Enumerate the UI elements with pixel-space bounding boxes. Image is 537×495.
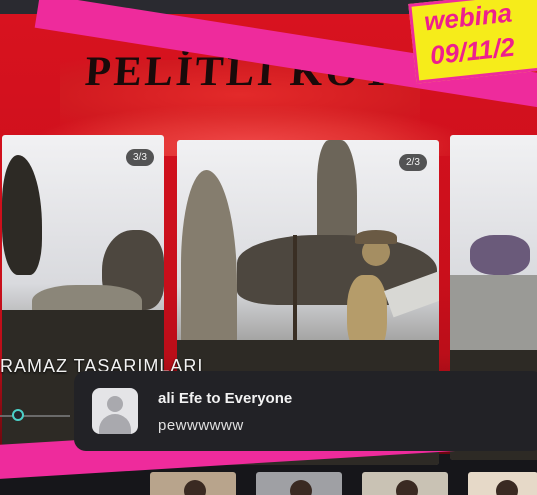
user-icon-body (99, 414, 131, 434)
chat-message: pewwwwww (158, 417, 244, 434)
video-progress-handle[interactable] (12, 409, 24, 421)
chat-sender: ali Efe to Everyone (158, 390, 293, 407)
participant-thumbnail[interactable] (150, 472, 236, 495)
participant-face (496, 480, 518, 495)
slide-counter-badge: 3/3 (126, 149, 154, 166)
participant-thumbnail[interactable] (468, 472, 537, 495)
slide-counter-badge: 2/3 (399, 154, 427, 171)
participant-face (184, 480, 207, 495)
card-photo-figure-hat (355, 230, 397, 244)
card-photo-rock (470, 235, 530, 275)
participant-face (396, 480, 419, 495)
participant-thumbnail[interactable] (362, 472, 448, 495)
chat-notification[interactable] (74, 371, 537, 451)
avatar (92, 388, 138, 434)
participant-face (290, 480, 313, 495)
user-icon (107, 396, 123, 412)
participant-thumbnail[interactable] (256, 472, 342, 495)
card-photo-pebbles (450, 275, 537, 355)
video-progress-track[interactable] (0, 415, 70, 417)
